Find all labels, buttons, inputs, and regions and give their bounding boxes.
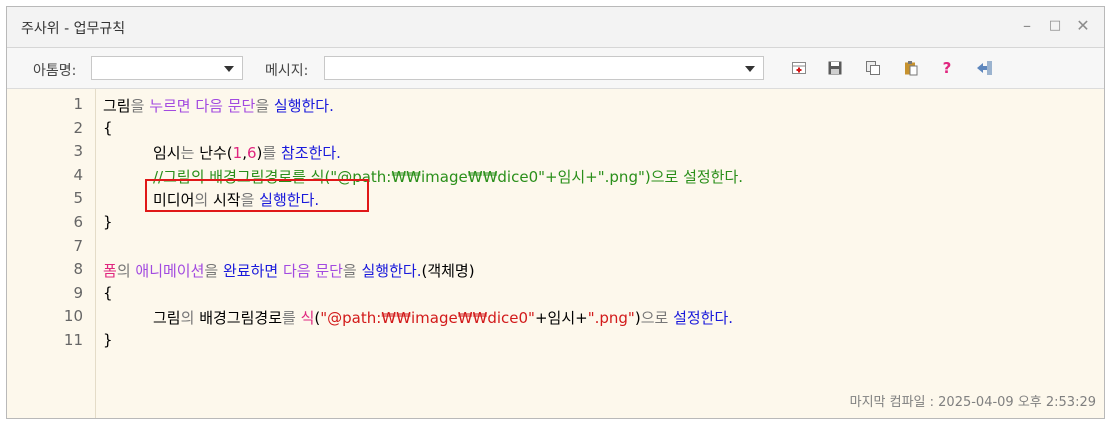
message-dropdown[interactable] [324,56,764,80]
copy-icon[interactable] [863,58,883,78]
code-token: 는 [180,144,200,163]
code-token: 을 [130,97,150,115]
code-line[interactable]: } [103,331,113,349]
code-token: } [103,331,113,349]
line-number: 1 [73,95,83,113]
chevron-down-icon [745,66,755,72]
code-token: 참조한다. [280,144,341,163]
code-token: ".png" [587,309,635,328]
code-token: 를 [262,144,281,163]
code-editor[interactable]: 1 2 3 4 5 6 7 8 9 10 11 그림을 누르면 다음 문단을 실행한다.{임시는 난… [7,89,1104,418]
code-token: 을 [342,262,362,281]
code-token: 임시 [153,144,181,163]
last-compile-status: 마지막 컴파일 : 2025-04-09 오후 2:53:29 [849,395,1096,410]
atom-name-label: 아톰명: [33,63,77,79]
minimize-button[interactable]: – [1016,16,1038,36]
code-token: { [103,118,113,137]
code-token: 다음 문단 [195,97,256,115]
save-icon[interactable] [825,58,845,78]
code-token: 그림 [153,309,181,328]
code-line[interactable]: 임시는 난수(1,6)를 참조한다. [153,142,341,163]
code-token: "@path:₩₩image₩₩dice0" [320,309,535,328]
maximize-button[interactable]: □ [1044,16,1066,36]
code-token: { [103,283,113,302]
code-line[interactable]: { [103,284,113,302]
close-button[interactable]: ✕ [1072,16,1094,36]
code-token: 다음 문단 [282,262,343,281]
line-number: 2 [73,118,83,137]
code-line[interactable]: } [103,213,113,231]
line-number: 8 [73,260,83,279]
code-token: 1 [232,144,243,163]
code-token: 폼 [103,262,117,281]
code-token: 을 [255,97,274,115]
code-token: 실행한다. [361,262,422,281]
window-title: 주사위 - 업무규칙 [21,21,126,37]
code-token: 를 [282,309,301,328]
line-number: 4 [73,165,83,184]
line-number: 6 [73,213,83,231]
code-token: 설정한다. [673,309,734,328]
line-number: 7 [73,236,83,255]
chevron-down-icon [224,66,234,72]
code-line[interactable]: { [103,119,113,137]
title-bar[interactable]: 주사위 - 업무규칙 – □ ✕ [7,7,1104,48]
code-token: 의 [180,309,200,328]
line-number: 10 [63,307,83,326]
line-number: 9 [73,283,83,302]
code-token: (객체명) [421,262,475,281]
message-label: 메시지: [265,63,309,79]
highlight-box [145,179,369,212]
code-token: 6 [246,144,257,163]
code-token: 난수 [199,144,227,163]
code-token: 누르면 [149,97,196,115]
code-line[interactable]: 폼의 애니메이션을 완료하면 다음 문단을 실행한다.(객체명) [103,260,475,281]
toolbar: 아톰명: 메시지: ? [7,48,1104,89]
line-number-gutter: 1 2 3 4 5 6 7 8 9 10 11 [7,89,96,418]
code-token: 식 [300,309,315,328]
paste-icon[interactable] [901,58,921,78]
code-token: 배경그림경로 [199,309,282,328]
line-number: 11 [63,331,83,349]
add-icon[interactable] [789,58,809,78]
code-token: } [103,213,113,231]
code-token: 의 [116,262,136,281]
rule-editor-window: 주사위 - 업무규칙 – □ ✕ 아톰명: 메시지: ? 1 2 3 4 5 6… [6,6,1105,419]
code-token: 애니메이션 [135,262,205,281]
code-token: 을 [204,262,223,281]
code-line[interactable]: 그림을 누르면 다음 문단을 실행한다. [103,95,334,116]
code-token: 그림 [103,97,131,115]
exit-icon[interactable] [975,58,995,78]
line-number: 3 [73,142,83,161]
code-line[interactable]: 그림의 배경그림경로를 식("@path:₩₩image₩₩dice0"+임시+… [153,307,733,328]
help-icon[interactable]: ? [937,58,957,78]
line-number: 5 [73,189,83,208]
code-token: +임시+ [534,309,588,328]
code-token: 실행한다. [273,97,334,115]
atom-name-dropdown[interactable] [91,56,243,80]
code-token: 으로 [640,309,674,328]
code-token: 완료하면 [222,262,283,281]
